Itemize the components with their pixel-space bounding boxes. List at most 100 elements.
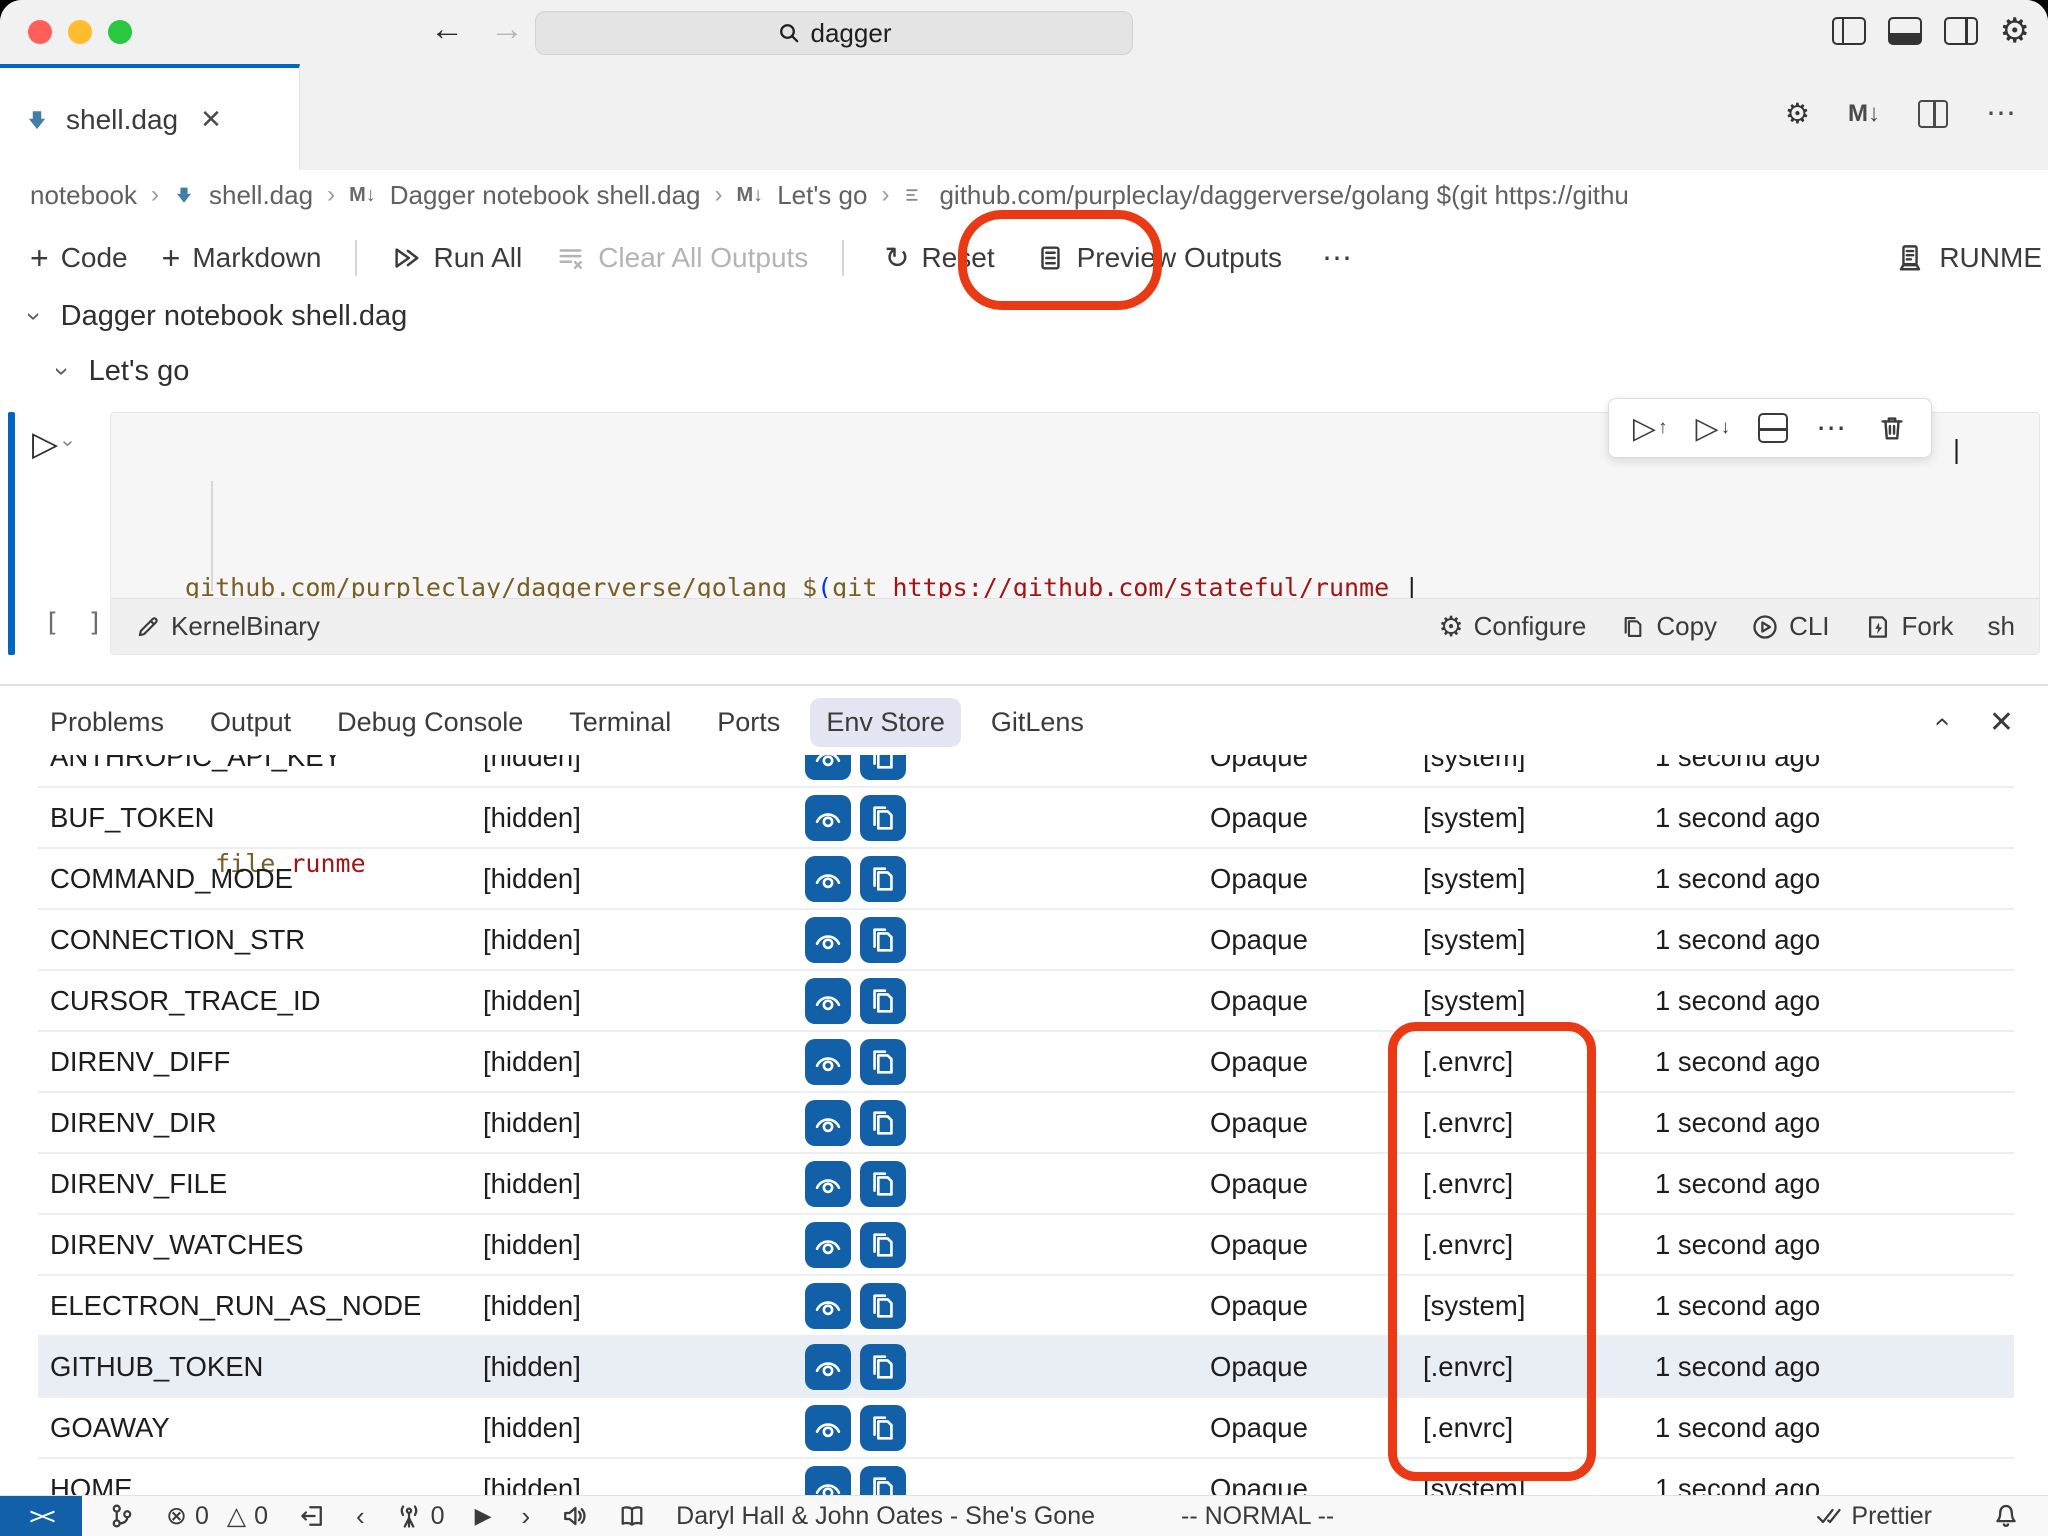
source-control-graph-icon[interactable]	[108, 1502, 136, 1530]
reveal-secret-button[interactable]	[805, 1405, 851, 1451]
run-cell-button[interactable]: ▷ ›	[32, 424, 71, 464]
fork-button[interactable]: Fork	[1864, 611, 1954, 642]
markdown-kernel-icon[interactable]: M↓	[1848, 100, 1880, 128]
toggle-secondary-sidebar-icon[interactable]	[1944, 17, 1978, 45]
copy-secret-button[interactable]	[860, 1161, 906, 1207]
formatter-indicator[interactable]: Prettier	[1815, 1502, 1932, 1531]
maximize-window-button[interactable]	[108, 20, 132, 44]
copy-secret-button[interactable]	[860, 795, 906, 841]
breadcrumb-folder[interactable]: notebook	[30, 180, 137, 211]
copy-secret-button[interactable]	[860, 755, 906, 780]
reveal-secret-button[interactable]	[805, 795, 851, 841]
panel-tab-problems[interactable]: Problems	[34, 698, 180, 747]
panel-tab-output[interactable]: Output	[194, 698, 307, 747]
env-var-row[interactable]: DIRENV_WATCHES [hidden] Opaque [.envrc] …	[38, 1215, 2014, 1276]
chevron-down-icon[interactable]: ›	[19, 312, 50, 321]
add-code-cell-button[interactable]: + Code	[30, 240, 128, 277]
remote-indicator[interactable]: ><	[0, 1496, 82, 1536]
preview-outputs-button[interactable]: Preview Outputs	[1035, 242, 1282, 274]
panel-tab-gitlens[interactable]: GitLens	[975, 698, 1100, 747]
play-icon[interactable]: ▶	[475, 1503, 492, 1529]
env-var-row[interactable]: HOME [hidden] Opaque [system] 1 second a…	[38, 1459, 2014, 1495]
chevron-down-icon[interactable]: ›	[47, 367, 78, 376]
vim-mode-indicator[interactable]: -- NORMAL --	[1181, 1502, 1334, 1531]
configure-button[interactable]: ⚙ Configure	[1439, 611, 1587, 642]
problems-indicator[interactable]: ⊗ 0 △ 0	[166, 1501, 268, 1531]
reveal-secret-button[interactable]	[805, 1466, 851, 1496]
copy-secret-button[interactable]	[860, 1405, 906, 1451]
navigate-back-button[interactable]: ←	[430, 10, 464, 49]
copy-secret-button[interactable]	[860, 1039, 906, 1085]
breadcrumb-file[interactable]: shell.dag	[209, 180, 313, 211]
reveal-secret-button[interactable]	[805, 755, 851, 780]
maximize-panel-icon[interactable]: ›	[1924, 717, 1956, 726]
copy-secret-button[interactable]	[860, 978, 906, 1024]
tab-close-icon[interactable]: ✕	[200, 104, 222, 135]
notebook-heading-2[interactable]: › Let's go	[58, 355, 189, 388]
execute-below-button[interactable]: ▷↓	[1696, 411, 1731, 446]
reveal-secret-button[interactable]	[805, 1161, 851, 1207]
navigate-forward-button[interactable]: →	[490, 10, 524, 49]
close-panel-icon[interactable]: ✕	[1989, 705, 2014, 740]
panel-tab-terminal[interactable]: Terminal	[553, 698, 687, 747]
panel-tab-env-store[interactable]: Env Store	[810, 698, 961, 747]
copy-secret-button[interactable]	[860, 1100, 906, 1146]
copy-secret-button[interactable]	[860, 917, 906, 963]
env-var-row[interactable]: DIRENV_DIFF [hidden] Opaque [.envrc] 1 s…	[38, 1032, 2014, 1093]
clear-all-outputs-button[interactable]: Clear All Outputs	[556, 242, 808, 274]
chevron-right-icon[interactable]: ›	[522, 1501, 531, 1532]
copy-secret-button[interactable]	[860, 1344, 906, 1390]
speaker-icon[interactable]	[560, 1502, 588, 1530]
runme-button[interactable]: RUNME	[1895, 242, 2042, 274]
command-center-search[interactable]: dagger	[535, 11, 1133, 55]
breadcrumb-cell[interactable]: github.com/purpleclay/daggerverse/golang…	[939, 180, 1628, 211]
book-icon[interactable]	[618, 1502, 646, 1530]
tab-shell-dag[interactable]: shell.dag ✕	[0, 64, 300, 171]
close-window-button[interactable]	[28, 20, 52, 44]
env-var-row[interactable]: GOAWAY [hidden] Opaque [.envrc] 1 second…	[38, 1398, 2014, 1459]
env-var-row[interactable]: CURSOR_TRACE_ID [hidden] Opaque [system]…	[38, 971, 2014, 1032]
split-cell-icon[interactable]	[1758, 413, 1788, 443]
minimize-window-button[interactable]	[68, 20, 92, 44]
env-var-row[interactable]: BUF_TOKEN [hidden] Opaque [system] 1 sec…	[38, 788, 2014, 849]
toggle-panel-icon[interactable]	[1888, 17, 1922, 45]
reset-button[interactable]: ↻ Reset	[878, 241, 1000, 276]
copy-secret-button[interactable]	[860, 1466, 906, 1496]
run-all-button[interactable]: Run All	[391, 242, 522, 274]
copy-secret-button[interactable]	[860, 1222, 906, 1268]
now-playing-label[interactable]: Daryl Hall & John Oates - She's Gone	[676, 1502, 1095, 1531]
ports-indicator[interactable]: 0	[395, 1502, 445, 1531]
reveal-secret-button[interactable]	[805, 917, 851, 963]
kernel-selector[interactable]: KernelBinary	[135, 611, 320, 642]
bell-icon[interactable]	[1992, 1502, 2020, 1530]
notebook-settings-gear-icon[interactable]: ⚙	[1785, 100, 1810, 128]
chevron-left-icon[interactable]: ‹	[356, 1501, 365, 1532]
notebook-heading-1[interactable]: › Dagger notebook shell.dag	[30, 300, 407, 333]
execute-above-button[interactable]: ▷↑	[1633, 411, 1668, 446]
editor-more-actions-icon[interactable]: ⋯	[1986, 96, 2018, 131]
reveal-secret-button[interactable]	[805, 1344, 851, 1390]
cell-language-label[interactable]: sh	[1988, 611, 2015, 642]
panel-tab-ports[interactable]: Ports	[701, 698, 796, 747]
reveal-secret-button[interactable]	[805, 1222, 851, 1268]
breadcrumb-heading2[interactable]: Let's go	[777, 180, 867, 211]
reveal-secret-button[interactable]	[805, 1039, 851, 1085]
reveal-secret-button[interactable]	[805, 856, 851, 902]
env-var-row[interactable]: CONNECTION_STR [hidden] Opaque [system] …	[38, 910, 2014, 971]
add-markdown-cell-button[interactable]: + Markdown	[162, 240, 322, 277]
env-var-row[interactable]: ANTHROPIC_API_KEY [hidden] Opaque [syste…	[38, 755, 2014, 788]
env-var-row[interactable]: GITHUB_TOKEN [hidden] Opaque [.envrc] 1 …	[38, 1337, 2014, 1398]
reveal-secret-button[interactable]	[805, 978, 851, 1024]
toggle-primary-sidebar-icon[interactable]	[1832, 17, 1866, 45]
reveal-secret-button[interactable]	[805, 1100, 851, 1146]
env-var-row[interactable]: COMMAND_MODE [hidden] Opaque [system] 1 …	[38, 849, 2014, 910]
settings-gear-icon[interactable]: ⚙	[2000, 14, 2030, 48]
copy-cell-button[interactable]: Copy	[1620, 611, 1717, 642]
deep-link-icon[interactable]	[298, 1502, 326, 1530]
split-editor-icon[interactable]	[1918, 100, 1948, 128]
env-var-row[interactable]: ELECTRON_RUN_AS_NODE [hidden] Opaque [sy…	[38, 1276, 2014, 1337]
env-var-row[interactable]: DIRENV_FILE [hidden] Opaque [.envrc] 1 s…	[38, 1154, 2014, 1215]
toolbar-more-actions-icon[interactable]: ⋯	[1322, 241, 1355, 276]
env-var-row[interactable]: DIRENV_DIR [hidden] Opaque [.envrc] 1 se…	[38, 1093, 2014, 1154]
panel-tab-debug-console[interactable]: Debug Console	[321, 698, 539, 747]
